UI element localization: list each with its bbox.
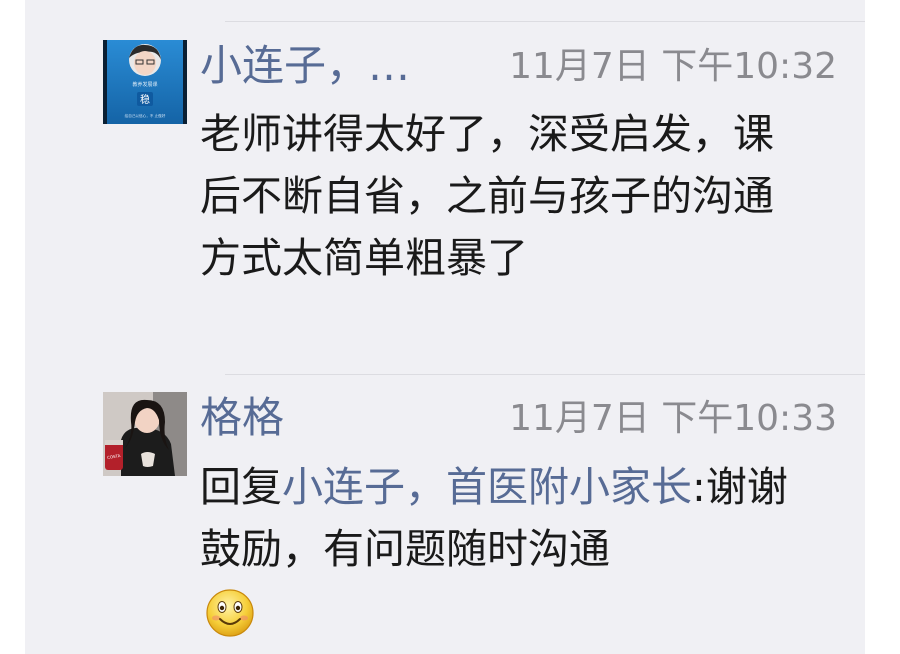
comment-time: 11月7日 下午10:32 bbox=[509, 46, 837, 87]
comment-author[interactable]: 格格 bbox=[200, 390, 284, 446]
comment-text: 老师讲得太好了，深受启发，课后不断自省，之前与孩子的沟通方式太简单粗暴了 bbox=[200, 110, 774, 282]
reply-colon: : bbox=[692, 463, 706, 511]
comment-text: 回复小连子，首医附小家长:谢谢鼓励，有问题随时沟通 bbox=[200, 456, 800, 580]
moments-comment-panel: 教养发展课 稳 给自己以信心，不 止做好 小连子，… 11月7日 下午10:32… bbox=[25, 0, 865, 654]
divider bbox=[225, 374, 865, 375]
avatar-bottom-text: 给自己以信心，不 止做好 bbox=[125, 113, 166, 118]
comment-time: 11月7日 下午10:33 bbox=[509, 398, 837, 439]
avatar-image: 教养发展课 稳 给自己以信心，不 止做好 bbox=[103, 40, 187, 124]
reply-prefix: 回复 bbox=[200, 463, 282, 511]
avatar[interactable]: 教养发展课 稳 给自己以信心，不 止做好 bbox=[103, 40, 187, 124]
avatar-badge-text: 稳 bbox=[140, 93, 150, 106]
avatar[interactable]: COSTA bbox=[103, 392, 187, 476]
reply-target-link[interactable]: 小连子，首医附小家长 bbox=[282, 463, 692, 511]
avatar-top-text: 教养发展课 bbox=[132, 81, 157, 88]
divider bbox=[225, 21, 865, 22]
smile-emoji-icon bbox=[206, 589, 254, 637]
avatar-image: COSTA bbox=[103, 392, 187, 476]
comment-author[interactable]: 小连子，… bbox=[200, 38, 410, 94]
